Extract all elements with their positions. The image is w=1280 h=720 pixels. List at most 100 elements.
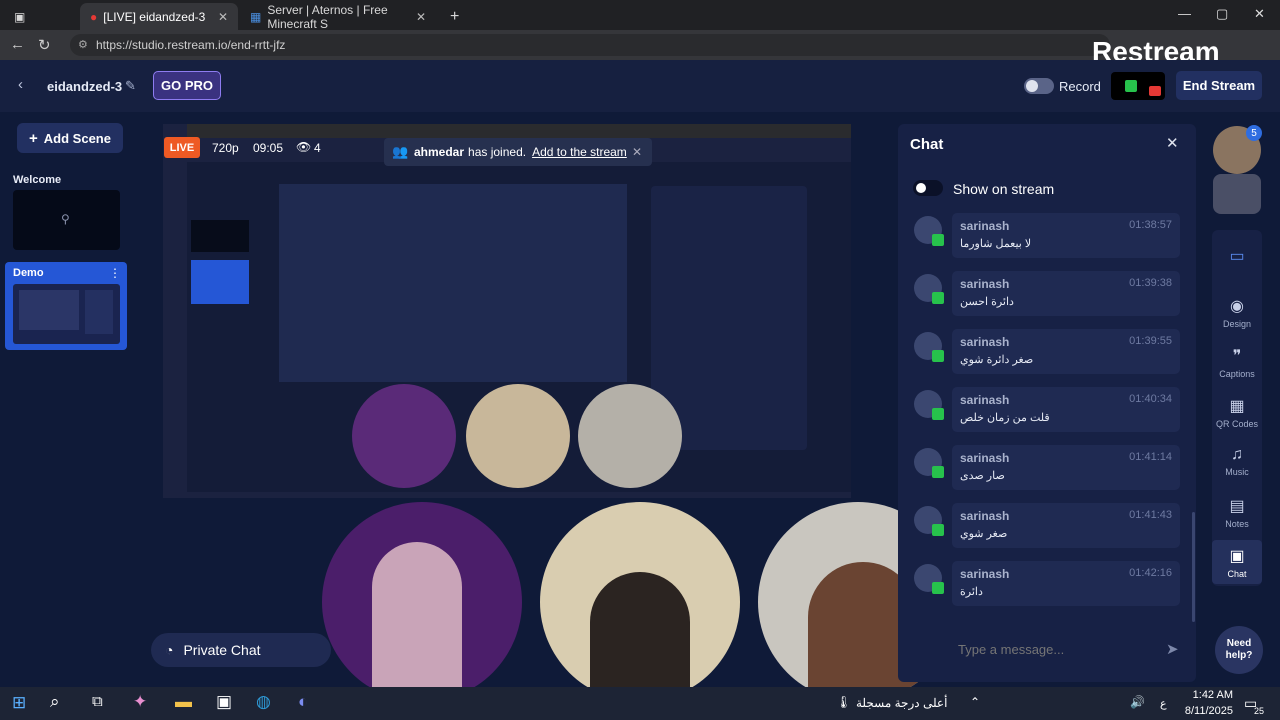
chat-icon: ▣ xyxy=(1229,548,1245,565)
need-help-button[interactable]: Need help? xyxy=(1215,626,1263,674)
chat-button[interactable]: ▣ Chat xyxy=(1212,540,1262,584)
add-to-stream-link[interactable]: Add to the stream xyxy=(532,145,627,159)
show-on-stream-label: Show on stream xyxy=(953,181,1055,197)
youtube-icon xyxy=(1149,86,1161,96)
tab-aternos[interactable]: ▦ Server | Aternos | Free Minecraft S ✕ xyxy=(240,2,436,31)
back-icon[interactable]: ← xyxy=(10,36,25,53)
site-info-icon[interactable]: ⚙ xyxy=(78,38,88,51)
close-icon[interactable]: ✕ xyxy=(632,145,642,159)
private-chat-label: Private Chat xyxy=(183,642,261,658)
chat-scrollbar[interactable] xyxy=(1192,512,1195,622)
notification-count: 25 xyxy=(1254,706,1265,716)
close-chat-icon[interactable]: ✕ xyxy=(1166,134,1179,152)
chat-username: sarinash xyxy=(960,277,1010,291)
design-label: Design xyxy=(1222,319,1251,329)
music-button[interactable]: ♫ Music xyxy=(1212,446,1262,477)
chat-username: sarinash xyxy=(960,567,1010,581)
record-label: Record xyxy=(1059,79,1101,94)
folder-icon: ▭ xyxy=(1229,248,1245,265)
close-icon[interactable]: ✕ xyxy=(416,10,426,24)
chat-avatar xyxy=(914,564,944,594)
thermometer-icon: 🌡 xyxy=(836,695,852,709)
qr-codes-button[interactable]: ▦ QR Codes xyxy=(1212,396,1262,429)
chat-message: sarinash 01:38:57 لا بيعمل شاورما xyxy=(952,213,1180,258)
chat-username: sarinash xyxy=(960,335,1010,349)
search-icon[interactable]: ⌕ xyxy=(50,692,60,712)
notes-icon: ▤ xyxy=(1229,498,1245,515)
kebab-menu-icon[interactable]: ⋮ xyxy=(109,266,121,280)
weather-text[interactable]: أعلى درجة مسجلة xyxy=(856,696,947,710)
aternos-icon: ▦ xyxy=(250,9,262,24)
chat-username: sarinash xyxy=(960,219,1010,233)
join-toast: 👥 ahmedar has joined. Add to the stream … xyxy=(384,138,652,166)
url-text: https://studio.restream.io/end-rrtt-jfz xyxy=(96,38,286,52)
clock-date[interactable]: 8/11/2025 xyxy=(1183,705,1233,717)
guest-avatar-2[interactable] xyxy=(1213,174,1261,214)
chat-avatar xyxy=(914,390,944,420)
tray-chevron-icon[interactable]: ⌃ xyxy=(970,695,980,709)
chat-text: قلت من زمان خلص xyxy=(960,412,1050,424)
guest-camera-small-2[interactable] xyxy=(466,384,570,488)
back-chevron-icon[interactable]: ‹ xyxy=(18,76,23,93)
toast-text: has joined. xyxy=(468,145,527,159)
url-field[interactable]: ⚙ https://studio.restream.io/end-rrtt-jf… xyxy=(70,34,1110,56)
guest-count-badge: 5 xyxy=(1246,125,1262,141)
chat-message: sarinash 01:42:16 دائرة xyxy=(952,561,1180,606)
store-icon[interactable]: ▣ xyxy=(216,692,232,712)
minimize-icon[interactable]: — xyxy=(1178,6,1191,21)
guest-camera-small-3[interactable] xyxy=(578,384,682,488)
project-name: eidandzed-3 xyxy=(47,79,123,94)
record-toggle[interactable] xyxy=(1024,78,1054,94)
window-close-icon[interactable]: ✕ xyxy=(1254,6,1265,22)
notes-button[interactable]: ▤ Notes xyxy=(1212,496,1262,529)
new-tab-button[interactable]: + xyxy=(440,3,464,30)
kick-icon xyxy=(1125,80,1137,92)
reload-icon[interactable]: ↻ xyxy=(38,36,51,54)
chat-avatar xyxy=(914,216,944,246)
maximize-icon[interactable]: ▢ xyxy=(1216,6,1228,22)
palette-icon: ◉ xyxy=(1230,298,1244,315)
edit-pencil-icon[interactable]: ✎ xyxy=(125,78,136,94)
design-button[interactable]: ◉ Design xyxy=(1212,296,1262,329)
clock-time[interactable]: 1:42 AM xyxy=(1189,689,1233,701)
file-explorer-icon[interactable]: ▬ xyxy=(175,692,192,712)
tab-live[interactable]: ● [LIVE] eidandzed-3 ✕ xyxy=(80,3,238,30)
copilot-icon[interactable]: ✦ xyxy=(133,692,147,712)
camera-circle-1[interactable] xyxy=(322,502,522,702)
end-stream-button[interactable]: End Stream xyxy=(1176,71,1262,100)
tab-label: Server | Aternos | Free Minecraft S xyxy=(267,2,388,31)
camera-circle-2[interactable] xyxy=(540,502,740,702)
chat-avatar xyxy=(914,448,944,478)
folder-button[interactable]: ▭ xyxy=(1212,246,1262,269)
edge-icon[interactable]: ◍ xyxy=(256,692,271,712)
go-pro-button[interactable]: GO PRO xyxy=(153,71,221,100)
chat-message-input[interactable] xyxy=(958,636,1158,662)
send-icon[interactable]: ➤ xyxy=(1166,640,1179,658)
discord-icon[interactable]: ◐ xyxy=(298,692,308,712)
captions-button[interactable]: ❞ Captions xyxy=(1212,346,1262,379)
chat-message: sarinash 01:41:14 صار صدى xyxy=(952,445,1180,490)
task-view-icon[interactable]: ⧉ xyxy=(92,693,103,710)
window-menu-icon[interactable]: ▣ xyxy=(4,3,32,30)
chat-timestamp: 01:39:55 xyxy=(1129,335,1172,347)
captions-label: Captions xyxy=(1219,369,1255,379)
chat-timestamp: 01:41:43 xyxy=(1129,509,1172,521)
close-icon[interactable]: ✕ xyxy=(218,10,228,24)
scene-welcome-thumbnail[interactable]: ⚲ xyxy=(13,190,120,250)
tab-label: [LIVE] eidandzed-3 xyxy=(103,9,206,24)
chat-username: sarinash xyxy=(960,393,1010,407)
add-scene-button[interactable]: + Add Scene xyxy=(17,123,123,153)
plus-icon: + xyxy=(29,129,38,147)
destinations-avatar[interactable] xyxy=(1111,72,1165,100)
chat-bubble-icon: ◔ xyxy=(165,642,174,658)
guest-camera-small-1[interactable] xyxy=(352,384,456,488)
private-chat-button[interactable]: ◔ Private Chat xyxy=(151,633,331,667)
show-on-stream-toggle[interactable] xyxy=(913,180,943,196)
windows-start-icon[interactable]: ⊞ xyxy=(12,693,26,713)
browser-tab-bar: ▣ ● [LIVE] eidandzed-3 ✕ ▦ Server | Ater… xyxy=(0,0,1280,31)
input-language[interactable]: ع xyxy=(1160,697,1167,710)
music-label: Music xyxy=(1225,467,1249,477)
chat-title: Chat xyxy=(910,136,944,153)
speaker-icon[interactable]: 🔊 xyxy=(1130,695,1145,709)
record-dot-icon: ● xyxy=(90,9,98,24)
